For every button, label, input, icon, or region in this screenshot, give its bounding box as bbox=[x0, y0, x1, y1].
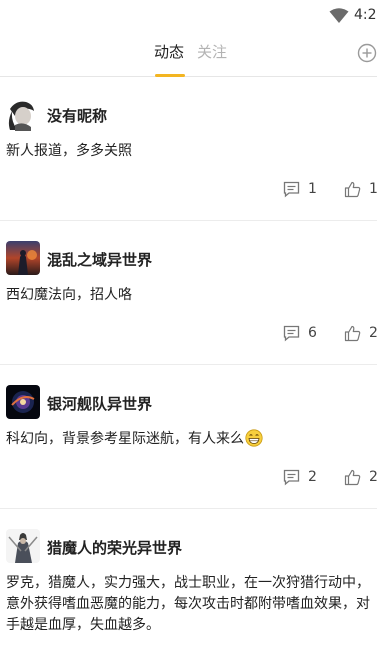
avatar[interactable] bbox=[6, 385, 40, 419]
post-card[interactable]: 没有昵称 新人报道，多多关照 1 1 bbox=[0, 77, 377, 221]
comment-icon bbox=[283, 181, 300, 198]
avatar[interactable] bbox=[6, 241, 40, 275]
grin-emoji-icon bbox=[245, 429, 263, 447]
comment-count: 1 bbox=[308, 181, 317, 197]
post-card[interactable]: 猎魔人的荣光异世界 罗克，猎魔人，实力强大，战士职业，在一次狩猎行动中，意外获得… bbox=[0, 509, 377, 649]
post-card[interactable]: 银河舰队异世界 科幻向，背景参考星际迷航，有人来么 2 2 bbox=[0, 365, 377, 509]
status-bar: 4:29 bbox=[0, 0, 377, 32]
comment-icon bbox=[283, 469, 300, 486]
tab-feed[interactable]: 动态 bbox=[154, 42, 184, 76]
like-count: 1 bbox=[369, 181, 377, 197]
tab-following[interactable]: 关注 bbox=[197, 42, 227, 76]
comment-count: 6 bbox=[308, 325, 317, 341]
comment-count: 2 bbox=[308, 469, 317, 485]
status-time: 4:29 bbox=[354, 7, 377, 23]
post-author[interactable]: 混乱之域异世界 bbox=[47, 249, 152, 270]
post-text: 科幻向，背景参考星际迷航，有人来么 bbox=[6, 431, 244, 447]
thumbs-up-icon bbox=[344, 469, 361, 486]
add-circle-icon[interactable] bbox=[357, 43, 377, 63]
avatar[interactable] bbox=[6, 97, 40, 131]
avatar[interactable] bbox=[6, 529, 40, 563]
post-content: 新人报道，多多关照 bbox=[6, 143, 132, 159]
thumbs-up-icon bbox=[344, 181, 361, 198]
wifi-icon bbox=[329, 8, 349, 23]
like-count: 2 bbox=[369, 469, 377, 485]
post-content: 科幻向，背景参考星际迷航，有人来么 bbox=[6, 429, 371, 450]
post-author[interactable]: 没有昵称 bbox=[47, 105, 107, 126]
top-nav: 动态 关注 bbox=[0, 32, 377, 77]
comment-icon bbox=[283, 325, 300, 342]
post-card[interactable]: 混乱之域异世界 西幻魔法向，招人咯 6 2 bbox=[0, 221, 377, 365]
like-count: 2 bbox=[369, 325, 377, 341]
post-content: 西幻魔法向，招人咯 bbox=[6, 287, 132, 303]
post-author[interactable]: 猎魔人的荣光异世界 bbox=[47, 537, 182, 558]
thumbs-up-icon bbox=[344, 325, 361, 342]
post-content: 罗克，猎魔人，实力强大，战士职业，在一次狩猎行动中，意外获得嗜血恶魔的能力，每次… bbox=[6, 575, 370, 633]
post-author[interactable]: 银河舰队异世界 bbox=[47, 393, 152, 414]
